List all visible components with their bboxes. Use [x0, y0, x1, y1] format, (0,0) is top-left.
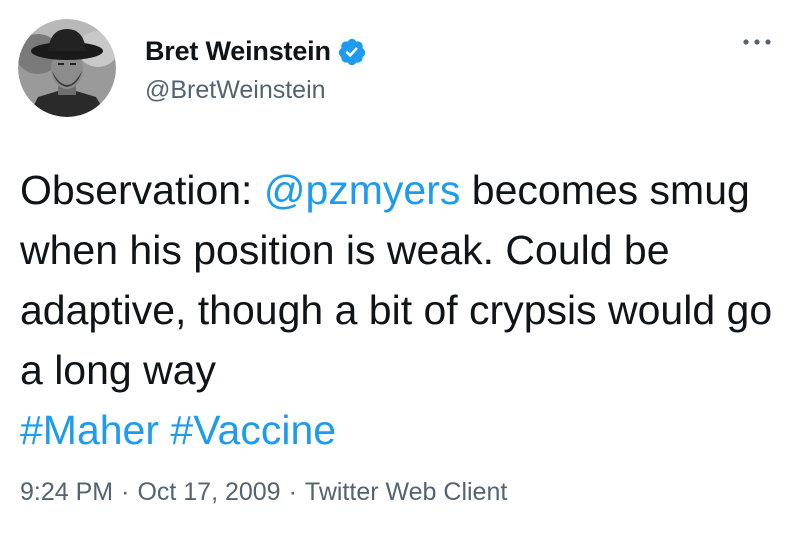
- profile-photo-icon: [18, 19, 116, 117]
- avatar[interactable]: [18, 19, 116, 117]
- tweet-client[interactable]: Twitter Web Client: [305, 478, 507, 507]
- author-names: Bret Weinstein @BretWeinstein: [145, 32, 367, 105]
- verified-badge-icon: [337, 37, 367, 67]
- display-name[interactable]: Bret Weinstein: [145, 36, 331, 67]
- tweet-time[interactable]: 9:24 PM: [20, 478, 113, 507]
- hashtag-link-maher[interactable]: #Maher: [20, 407, 159, 453]
- handle[interactable]: @BretWeinstein: [145, 76, 367, 105]
- name-row: Bret Weinstein: [145, 32, 367, 72]
- tweet-meta: 9:24 PM · Oct 17, 2009 · Twitter Web Cli…: [20, 478, 507, 507]
- hashtag-link-vaccine[interactable]: #Vaccine: [170, 407, 336, 453]
- meta-separator: ·: [121, 478, 130, 506]
- tweet-date[interactable]: Oct 17, 2009: [137, 478, 280, 507]
- mention-link[interactable]: @pzmyers: [264, 167, 461, 213]
- tweet-card: Bret Weinstein @BretWeinstein Observatio…: [0, 0, 796, 536]
- tweet-text-prefix: Observation:: [20, 167, 264, 213]
- more-horizontal-icon: [743, 39, 771, 45]
- more-options-button[interactable]: [740, 30, 774, 54]
- meta-separator: ·: [288, 478, 297, 506]
- tweet-text: Observation: @pzmyers becomes smug when …: [20, 160, 780, 460]
- tweet-header: Bret Weinstein @BretWeinstein: [18, 19, 367, 117]
